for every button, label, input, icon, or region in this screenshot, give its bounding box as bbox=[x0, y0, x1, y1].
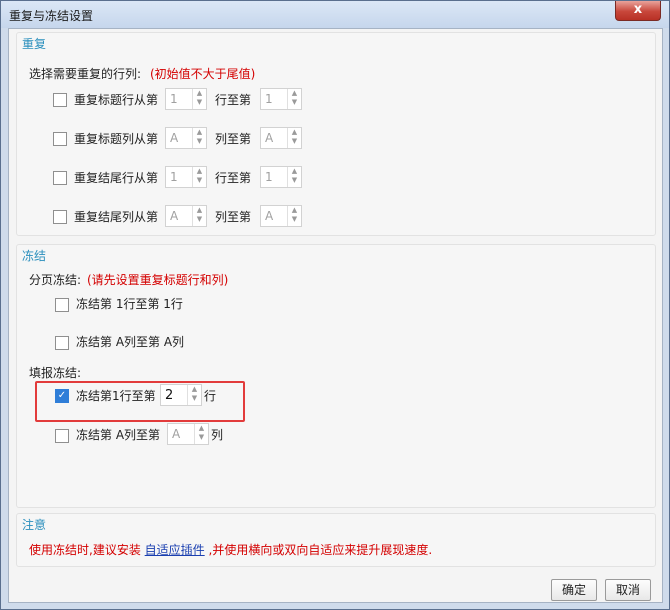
title-bar[interactable]: 重复与冻结设置 x bbox=[1, 1, 669, 28]
note-text-before: 使用冻结时,建议安装 bbox=[29, 543, 141, 557]
spinner-arrows-icon[interactable]: ▲ ▼ bbox=[192, 206, 206, 226]
repeat-prompt-note: (初始值不大于尾值) bbox=[150, 67, 256, 81]
window-title: 重复与冻结设置 bbox=[9, 9, 94, 23]
spinner-arrows-icon[interactable]: ▲ ▼ bbox=[192, 167, 206, 187]
spinner-value: A bbox=[172, 427, 181, 441]
repeat-title-row-checkbox[interactable] bbox=[53, 93, 67, 107]
note-text: 使用冻结时,建议安装 自适应插件 ,并使用横向或双向自适应来提升展现速度. bbox=[29, 541, 432, 558]
freeze-section: 冻结 分页冻结: (请先设置重复标题行和列) 冻结第 1行至第 1行 冻结第 A… bbox=[16, 244, 656, 508]
page-freeze-col-label: 冻结第 A列至第 A列 bbox=[76, 335, 185, 349]
repeat-end-col-to-spinner[interactable]: A ▲ ▼ bbox=[260, 205, 302, 227]
repeat-end-col-checkbox[interactable] bbox=[53, 210, 67, 224]
repeat-end-col-mid-label: 列至第 bbox=[215, 210, 252, 224]
repeat-end-row-from-spinner[interactable]: 1 ▲ ▼ bbox=[165, 166, 207, 188]
fill-freeze-col-label: 冻结第 A列至第 bbox=[76, 428, 161, 442]
dialog-window: 重复与冻结设置 x 重复 选择需要重复的行列: (初始值不大于尾值) 重复标题行… bbox=[0, 0, 670, 610]
repeat-end-row-row: 重复结尾行从第 1 ▲ ▼ 行至第 1 ▲ ▼ bbox=[53, 166, 313, 188]
repeat-title-col-row: 重复标题列从第 A ▲ ▼ 列至第 A ▲ ▼ bbox=[53, 127, 313, 149]
close-button[interactable]: x bbox=[615, 1, 661, 21]
repeat-end-row-label: 重复结尾行从第 bbox=[74, 171, 159, 185]
note-section: 注意 使用冻结时,建议安装 自适应插件 ,并使用横向或双向自适应来提升展现速度. bbox=[16, 513, 656, 567]
repeat-section: 重复 选择需要重复的行列: (初始值不大于尾值) 重复标题行从第 1 ▲ ▼ 行至第… bbox=[16, 32, 656, 236]
repeat-title-col-mid-label: 列至第 bbox=[215, 132, 252, 146]
cancel-button[interactable]: 取消 bbox=[605, 579, 651, 601]
repeat-title-col-label: 重复标题列从第 bbox=[74, 132, 159, 146]
spinner-value: 1 bbox=[170, 92, 178, 106]
spinner-arrows-icon[interactable]: ▲ ▼ bbox=[287, 89, 301, 109]
repeat-title-row-mid-label: 行至第 bbox=[215, 93, 252, 107]
spinner-arrows-icon[interactable]: ▲ ▼ bbox=[192, 89, 206, 109]
spinner-arrows-icon[interactable]: ▲ ▼ bbox=[192, 128, 206, 148]
page-freeze-col-checkbox[interactable] bbox=[55, 336, 69, 350]
spinner-value: 1 bbox=[265, 92, 273, 106]
repeat-end-row-mid-label: 行至第 bbox=[215, 171, 252, 185]
spinner-arrows-icon[interactable]: ▲ ▼ bbox=[287, 167, 301, 187]
repeat-title-row-to-spinner[interactable]: 1 ▲ ▼ bbox=[260, 88, 302, 110]
repeat-prompt: 选择需要重复的行列: bbox=[29, 67, 142, 81]
repeat-title-row: 重复标题行从第 1 ▲ ▼ 行至第 1 ▲ ▼ bbox=[53, 88, 313, 110]
ok-button[interactable]: 确定 bbox=[551, 579, 597, 601]
adaptive-plugin-link[interactable]: 自适应插件 bbox=[145, 543, 205, 557]
spinner-value: A bbox=[170, 131, 179, 145]
spinner-value: 1 bbox=[170, 170, 178, 184]
spinner-arrows-icon[interactable]: ▲ ▼ bbox=[287, 206, 301, 226]
repeat-end-row-checkbox[interactable] bbox=[53, 171, 67, 185]
repeat-title-col-checkbox[interactable] bbox=[53, 132, 67, 146]
repeat-title-row-label: 重复标题行从第 bbox=[74, 93, 159, 107]
repeat-title-row-from-spinner[interactable]: 1 ▲ ▼ bbox=[165, 88, 207, 110]
repeat-title-col-from-spinner[interactable]: A ▲ ▼ bbox=[165, 127, 207, 149]
page-freeze-row-label: 冻结第 1行至第 1行 bbox=[76, 297, 183, 311]
freeze-section-title: 冻结 bbox=[22, 249, 47, 263]
fill-freeze-col-spinner[interactable]: A ▲ ▼ bbox=[167, 423, 209, 445]
repeat-end-row-to-spinner[interactable]: 1 ▲ ▼ bbox=[260, 166, 302, 188]
dialog-body: 重复 选择需要重复的行列: (初始值不大于尾值) 重复标题行从第 1 ▲ ▼ 行至第… bbox=[8, 28, 663, 603]
highlight-box bbox=[35, 381, 245, 422]
repeat-end-col-row: 重复结尾列从第 A ▲ ▼ 列至第 A ▲ ▼ bbox=[53, 205, 313, 227]
page-freeze-row-checkbox[interactable] bbox=[55, 298, 69, 312]
page-freeze-note: (请先设置重复标题行和列) bbox=[87, 273, 229, 287]
fill-freeze-label: 填报冻结: bbox=[29, 366, 82, 380]
spinner-arrows-icon[interactable]: ▲ ▼ bbox=[287, 128, 301, 148]
repeat-section-title: 重复 bbox=[22, 37, 47, 51]
page-freeze-label: 分页冻结: bbox=[29, 273, 82, 287]
repeat-end-col-from-spinner[interactable]: A ▲ ▼ bbox=[165, 205, 207, 227]
spinner-value: A bbox=[265, 209, 274, 223]
close-icon: x bbox=[633, 2, 643, 17]
repeat-title-col-to-spinner[interactable]: A ▲ ▼ bbox=[260, 127, 302, 149]
note-text-after: ,并使用横向或双向自适应来提升展现速度. bbox=[208, 543, 433, 557]
spinner-arrows-icon[interactable]: ▲ ▼ bbox=[194, 424, 208, 444]
fill-freeze-col-suffix: 列 bbox=[211, 428, 224, 442]
spinner-value: 1 bbox=[265, 170, 273, 184]
note-section-title: 注意 bbox=[22, 518, 47, 532]
spinner-value: A bbox=[265, 131, 274, 145]
spinner-value: A bbox=[170, 209, 179, 223]
fill-freeze-col-checkbox[interactable] bbox=[55, 429, 69, 443]
repeat-end-col-label: 重复结尾列从第 bbox=[74, 210, 159, 224]
